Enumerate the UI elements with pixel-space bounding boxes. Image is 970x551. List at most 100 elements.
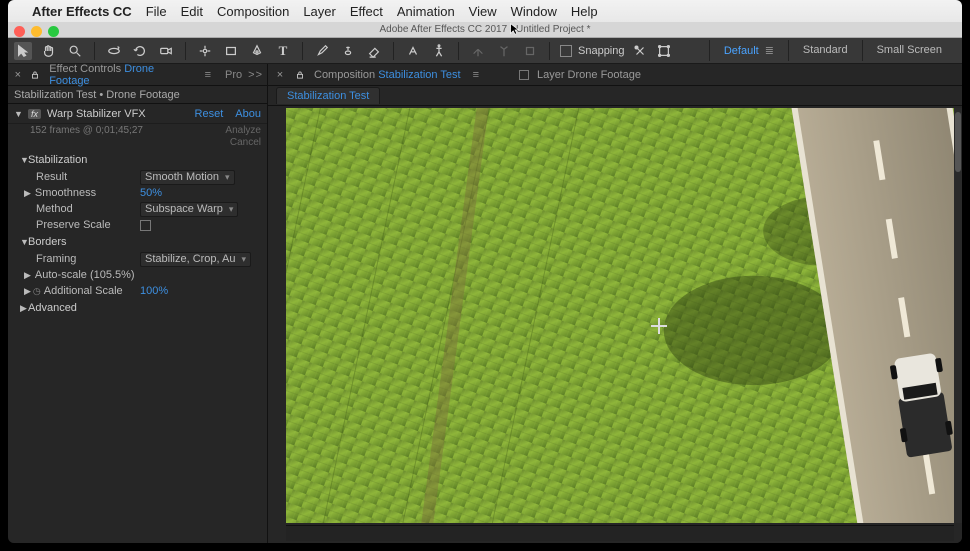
panel-lock-icon[interactable] xyxy=(30,70,42,80)
menu-file[interactable]: File xyxy=(146,4,167,19)
stopwatch-icon[interactable]: ◷ xyxy=(33,286,41,296)
twirl-right-icon[interactable]: ▶ xyxy=(24,286,31,296)
group-stabilization: Stabilization xyxy=(28,154,87,166)
menu-edit[interactable]: Edit xyxy=(181,4,203,19)
rectangle-tool-icon[interactable] xyxy=(222,42,240,60)
label-additional-scale: Additional Scale xyxy=(44,285,123,297)
value-smoothness[interactable]: 50% xyxy=(140,187,162,199)
composition-panel: × Composition Stabilization Test ≡ Layer… xyxy=(268,64,962,543)
panel-close-icon[interactable]: × xyxy=(274,69,286,81)
hand-tool-icon[interactable] xyxy=(40,42,58,60)
dropdown-framing[interactable]: Stabilize, Crop, Au▾ xyxy=(140,252,251,267)
twirl-down-icon[interactable]: ▼ xyxy=(20,155,28,165)
workspace-switcher: Default≣ Standard Small Screen xyxy=(709,40,956,61)
twirl-right-icon[interactable]: ▶ xyxy=(24,270,31,280)
local-axis-icon[interactable] xyxy=(469,42,487,60)
menu-effect[interactable]: Effect xyxy=(350,4,383,19)
group-borders: Borders xyxy=(28,236,67,248)
value-additional-scale[interactable]: 100% xyxy=(140,285,168,297)
twirl-right-icon[interactable]: ▶ xyxy=(20,303,28,314)
label-smoothness: Smoothness xyxy=(35,187,96,199)
group-advanced: Advanced xyxy=(28,302,77,314)
viewer-status-bar xyxy=(286,525,954,541)
snapping-label: Snapping xyxy=(578,45,625,57)
pan-behind-tool-icon[interactable] xyxy=(196,42,214,60)
reset-link[interactable]: Reset xyxy=(195,108,224,120)
zoom-window-button[interactable] xyxy=(48,26,59,37)
analyze-button[interactable]: Analyze xyxy=(225,125,261,136)
frames-info: 152 frames @ 0;01;45;27 xyxy=(30,125,143,148)
cancel-button[interactable]: Cancel xyxy=(230,137,261,148)
tab-composition[interactable]: Composition Stabilization Test xyxy=(314,69,461,81)
label-result: Result xyxy=(36,171,140,183)
panel-menu-icon[interactable]: ≡ xyxy=(205,69,211,81)
composition-viewer[interactable] xyxy=(286,108,962,523)
dropdown-method[interactable]: Subspace Warp▾ xyxy=(140,202,238,217)
menu-composition[interactable]: Composition xyxy=(217,4,289,19)
snapping-checkbox[interactable] xyxy=(560,45,572,57)
puppet-tool-icon[interactable] xyxy=(430,42,448,60)
workspace-default[interactable]: Default≣ xyxy=(709,40,788,61)
close-window-button[interactable] xyxy=(14,26,25,37)
window-title: Adobe After Effects CC 2017 - Untitled P… xyxy=(379,24,590,35)
world-axis-icon[interactable] xyxy=(495,42,513,60)
tab-layer[interactable]: Layer Drone Footage xyxy=(537,69,641,81)
label-auto-scale: Auto-scale (105.5%) xyxy=(35,269,135,281)
type-tool-icon[interactable]: T xyxy=(274,42,292,60)
view-axis-icon[interactable] xyxy=(521,42,539,60)
label-framing: Framing xyxy=(36,253,140,265)
menu-window[interactable]: Window xyxy=(511,4,557,19)
menu-app-name[interactable]: After Effects CC xyxy=(32,4,132,19)
roto-brush-tool-icon[interactable] xyxy=(404,42,422,60)
layer-tab-icon[interactable] xyxy=(519,70,529,80)
effect-controls-panel: × Effect Controls Drone Footage ≡ Pro >>… xyxy=(8,64,268,543)
chevron-down-icon: ▾ xyxy=(229,204,234,215)
chevron-down-icon: ▾ xyxy=(242,254,247,265)
workspace-standard[interactable]: Standard xyxy=(788,40,862,61)
selection-tool-icon[interactable] xyxy=(14,42,32,60)
mac-menu-bar: After Effects CC File Edit Composition L… xyxy=(8,0,962,22)
minimize-window-button[interactable] xyxy=(31,26,42,37)
viewer-vertical-scrollbar[interactable] xyxy=(954,108,962,523)
twirl-down-icon[interactable]: ▼ xyxy=(14,109,22,119)
chevron-down-icon: ▾ xyxy=(225,172,230,183)
clone-stamp-tool-icon[interactable] xyxy=(339,42,357,60)
fx-badge-icon[interactable]: fx xyxy=(28,109,41,119)
dropdown-result[interactable]: Smooth Motion▾ xyxy=(140,170,235,185)
snap-options-icon[interactable] xyxy=(631,42,649,60)
effect-header: ▼ fx Warp Stabilizer VFX Reset Abou xyxy=(8,104,267,124)
workspace-menu-icon[interactable]: ≣ xyxy=(765,45,774,57)
camera-tool-icon[interactable] xyxy=(157,42,175,60)
window-controls xyxy=(14,26,59,37)
window-title-bar: Adobe After Effects CC 2017 - Untitled P… xyxy=(8,22,962,38)
cursor-icon xyxy=(508,22,522,39)
effect-controls-breadcrumb: Stabilization Test • Drone Footage xyxy=(8,86,267,104)
about-link[interactable]: Abou xyxy=(235,108,261,120)
panel-menu-icon[interactable]: ≡ xyxy=(473,69,479,81)
panel-lock-icon[interactable] xyxy=(294,70,306,80)
menu-help[interactable]: Help xyxy=(571,4,598,19)
tab-project-truncated[interactable]: Pro xyxy=(225,69,242,81)
panel-overflow-icon[interactable]: >> xyxy=(248,69,263,81)
brush-tool-icon[interactable] xyxy=(313,42,331,60)
tab-effect-controls[interactable]: Effect Controls Drone Footage xyxy=(47,61,194,89)
menu-view[interactable]: View xyxy=(469,4,497,19)
effect-name: Warp Stabilizer VFX xyxy=(47,108,146,120)
eraser-tool-icon[interactable] xyxy=(365,42,383,60)
label-method: Method xyxy=(36,203,140,215)
label-preserve-scale: Preserve Scale xyxy=(36,219,140,231)
pen-tool-icon[interactable] xyxy=(248,42,266,60)
menu-layer[interactable]: Layer xyxy=(303,4,336,19)
checkbox-preserve-scale[interactable] xyxy=(140,220,151,231)
workspace-small-screen[interactable]: Small Screen xyxy=(862,40,956,61)
snap-grid-icon[interactable] xyxy=(655,42,673,60)
active-comp-tab[interactable]: Stabilization Test xyxy=(276,87,380,104)
menu-animation[interactable]: Animation xyxy=(397,4,455,19)
twirl-right-icon[interactable]: ▶ xyxy=(24,188,31,198)
panel-close-icon[interactable]: × xyxy=(12,69,24,81)
anchor-target-icon xyxy=(651,318,667,334)
rotate-tool-icon[interactable] xyxy=(131,42,149,60)
twirl-down-icon[interactable]: ▼ xyxy=(20,237,28,247)
zoom-tool-icon[interactable] xyxy=(66,42,84,60)
orbit-tool-icon[interactable] xyxy=(105,42,123,60)
